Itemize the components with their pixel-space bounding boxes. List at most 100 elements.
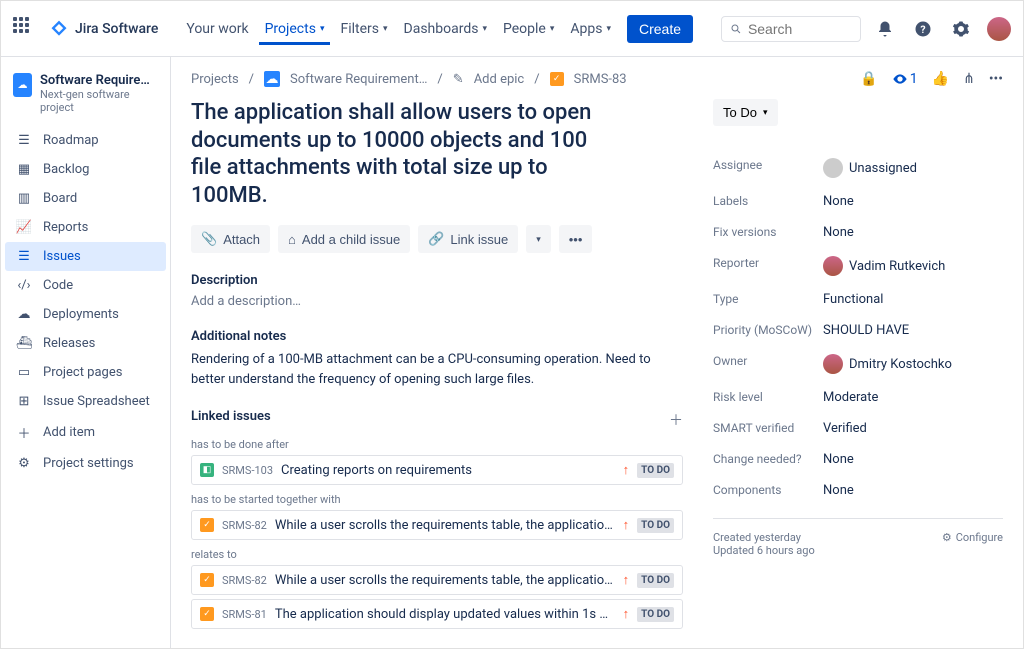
- risk-field[interactable]: Moderate: [823, 390, 1003, 405]
- status-dropdown[interactable]: To Do▾: [713, 99, 778, 126]
- reports-icon: 📈: [15, 220, 33, 235]
- task-icon: ✓: [550, 72, 564, 86]
- sidebar-issues[interactable]: ☰Issues: [5, 242, 166, 271]
- status-badge: TO DO: [637, 518, 674, 533]
- labels-field[interactable]: None: [823, 194, 1003, 209]
- linked-issue-row[interactable]: ✓ SRMS-82 While a user scrolls the requi…: [191, 565, 683, 595]
- create-button[interactable]: Create: [627, 15, 693, 43]
- smart-field[interactable]: Verified: [823, 421, 1003, 436]
- nav-apps[interactable]: Apps▾: [564, 13, 617, 45]
- sidebar-reports[interactable]: 📈Reports: [5, 213, 166, 242]
- link-issue-button[interactable]: 🔗Link issue: [418, 225, 518, 253]
- sidebar-spreadsheet[interactable]: ⊞Issue Spreadsheet: [5, 387, 166, 416]
- settings-icon[interactable]: [947, 15, 975, 43]
- app-switcher-icon[interactable]: [13, 17, 37, 41]
- sidebar-add-item[interactable]: ＋Add item: [5, 416, 166, 449]
- status-badge: TO DO: [637, 573, 674, 588]
- story-icon: ◧: [200, 463, 214, 477]
- deployments-icon: ☁: [15, 307, 33, 322]
- lock-icon[interactable]: 🔒: [860, 71, 877, 87]
- chevron-down-icon: ▾: [606, 24, 611, 34]
- code-icon: ‹/›: [15, 278, 33, 293]
- sidebar-backlog[interactable]: ▦Backlog: [5, 155, 166, 184]
- search-icon: [730, 22, 742, 36]
- notes-body[interactable]: Rendering of a 100-MB attachment can be …: [191, 350, 683, 389]
- spreadsheet-icon: ⊞: [15, 394, 33, 409]
- sidebar-roadmap[interactable]: ☰Roadmap: [5, 126, 166, 155]
- breadcrumb-add-epic[interactable]: Add epic: [474, 72, 525, 87]
- nav-filters[interactable]: Filters▾: [334, 13, 393, 45]
- sidebar-code[interactable]: ‹/›Code: [5, 271, 166, 300]
- product-logo[interactable]: Jira Software: [49, 19, 158, 39]
- more-icon[interactable]: •••: [989, 71, 1003, 87]
- breadcrumb-projects[interactable]: Projects: [191, 72, 239, 87]
- chevron-down-icon: ▾: [536, 234, 541, 245]
- search-input[interactable]: [748, 21, 852, 37]
- description-heading: Description: [191, 273, 683, 288]
- breadcrumb: Projects / ☁ Software Requirement… / ✎ A…: [191, 71, 683, 87]
- help-icon[interactable]: ?: [909, 15, 937, 43]
- sidebar-releases[interactable]: ⛴Releases: [5, 329, 166, 358]
- nav-dashboards[interactable]: Dashboards▾: [398, 13, 493, 45]
- status-badge: TO DO: [637, 463, 674, 478]
- chevron-down-icon: ▾: [482, 24, 487, 34]
- sidebar-project-pages[interactable]: ▭Project pages: [5, 358, 166, 387]
- linked-issue-row[interactable]: ◧ SRMS-103 Creating reports on requireme…: [191, 455, 683, 485]
- reporter-avatar: [823, 256, 843, 276]
- chevron-down-icon: ▾: [763, 107, 768, 118]
- configure-button[interactable]: ⚙ Configure: [942, 531, 1003, 544]
- task-icon: ✓: [200, 518, 214, 532]
- change-field[interactable]: None: [823, 452, 1003, 467]
- created-meta: Created yesterday: [713, 531, 815, 544]
- assignee-field[interactable]: Unassigned: [823, 158, 1003, 178]
- type-field[interactable]: Functional: [823, 292, 1003, 307]
- owner-field[interactable]: Dmitry Kostochko: [823, 354, 1003, 374]
- product-name: Jira Software: [75, 21, 158, 37]
- nav-projects[interactable]: Projects▾: [259, 13, 331, 45]
- description-field[interactable]: Add a description…: [191, 294, 683, 309]
- gear-icon: ⚙: [942, 531, 952, 544]
- gear-icon: ⚙: [15, 456, 33, 471]
- owner-avatar: [823, 354, 843, 374]
- releases-icon: ⛴: [15, 336, 33, 351]
- plus-icon: ＋: [15, 423, 33, 442]
- issue-title[interactable]: The application shall allow users to ope…: [191, 99, 611, 209]
- attach-button[interactable]: 📎Attach: [191, 225, 270, 253]
- search-input-wrapper[interactable]: [721, 16, 861, 42]
- notifications-icon[interactable]: [871, 15, 899, 43]
- svg-text:?: ?: [920, 22, 925, 35]
- updated-meta: Updated 6 hours ago: [713, 544, 815, 557]
- project-icon: ☁: [264, 71, 280, 87]
- attachment-icon: 📎: [201, 231, 217, 247]
- issues-icon: ☰: [15, 249, 33, 264]
- chevron-down-icon: ▾: [550, 24, 555, 34]
- breadcrumb-issue-key[interactable]: SRMS-83: [574, 72, 627, 87]
- priority-field[interactable]: SHOULD HAVE: [823, 323, 1003, 338]
- breadcrumb-project[interactable]: Software Requirement…: [290, 72, 427, 87]
- linked-issue-row[interactable]: ✓ SRMS-82 While a user scrolls the requi…: [191, 510, 683, 540]
- link-dropdown-button[interactable]: ▾: [526, 225, 551, 253]
- thumbs-up-icon[interactable]: 👍: [932, 71, 949, 87]
- link-relation-label: has to be started together with: [191, 493, 683, 506]
- priority-high-icon: ↑: [623, 462, 630, 478]
- link-icon: 🔗: [428, 231, 444, 247]
- sidebar-deployments[interactable]: ☁Deployments: [5, 300, 166, 329]
- priority-high-icon: ↑: [623, 517, 630, 533]
- reporter-field[interactable]: Vadim Rutkevich: [823, 256, 1003, 276]
- add-child-button[interactable]: ⌂Add a child issue: [278, 225, 410, 253]
- sidebar-board[interactable]: ▥Board: [5, 184, 166, 213]
- nav-your-work[interactable]: Your work: [180, 13, 254, 45]
- project-type: Next-gen software project: [40, 88, 158, 114]
- sidebar-project-settings[interactable]: ⚙Project settings: [5, 449, 166, 478]
- add-link-icon[interactable]: ＋: [669, 410, 683, 430]
- more-actions-button[interactable]: •••: [559, 225, 593, 253]
- nav-people[interactable]: People▾: [497, 13, 560, 45]
- watch-button[interactable]: 1: [892, 71, 918, 87]
- task-icon: ✓: [200, 607, 214, 621]
- share-icon[interactable]: ⋔: [963, 71, 975, 87]
- fix-versions-field[interactable]: None: [823, 225, 1003, 240]
- user-avatar[interactable]: [987, 17, 1011, 41]
- linked-issue-row[interactable]: ✓ SRMS-81 The application should display…: [191, 599, 683, 629]
- components-field[interactable]: None: [823, 483, 1003, 498]
- status-badge: TO DO: [637, 607, 674, 622]
